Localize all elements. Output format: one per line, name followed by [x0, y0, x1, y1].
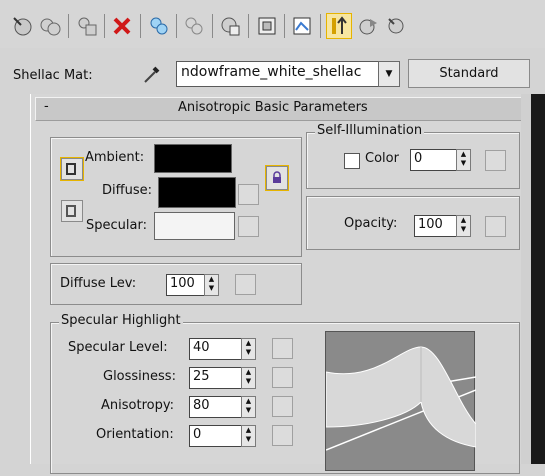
lock-icon[interactable]: [265, 165, 289, 191]
diffuse-level-spinner[interactable]: ▲ ▼: [204, 274, 219, 296]
ambient-label: Ambient:: [85, 150, 145, 165]
go-to-parent-icon[interactable]: [326, 13, 352, 39]
specular-level-value[interactable]: 40: [189, 338, 242, 360]
self-illumination-spinner[interactable]: ▲ ▼: [456, 149, 471, 171]
parameters-panel: - Anisotropic Basic Parameters Ambient: …: [30, 94, 522, 474]
specular-level-label: Specular Level:: [68, 340, 168, 355]
go-forward-icon[interactable]: [356, 14, 380, 38]
diffuse-color-swatch[interactable]: [158, 177, 236, 208]
put-to-library-icon[interactable]: [182, 14, 206, 38]
pick-material-icon[interactable]: [10, 14, 34, 38]
glossiness-label: Glossiness:: [103, 369, 176, 384]
self-illumination-group: Self-Illumination Color 0 ▲ ▼: [306, 123, 520, 189]
lock-diffuse-specular-icon[interactable]: [61, 200, 83, 222]
select-by-material-icon[interactable]: [384, 14, 408, 38]
diffuse-level-group: Diffuse Lev: 100 ▲ ▼: [50, 263, 302, 305]
panel-scrollbar[interactable]: [521, 94, 545, 464]
toolbar-separator: [104, 14, 105, 38]
specular-label: Specular:: [86, 218, 147, 233]
opacity-map-button[interactable]: [485, 216, 506, 237]
orientation-label: Orientation:: [96, 427, 174, 442]
self-illumination-color-checkbox[interactable]: [344, 153, 360, 169]
material-type-button[interactable]: Standard: [408, 59, 530, 88]
specular-color-swatch[interactable]: [154, 212, 235, 240]
specular-level-spinner[interactable]: ▲ ▼: [241, 338, 256, 360]
anisotropy-value[interactable]: 80: [189, 396, 242, 418]
diffuse-label: Diffuse:: [102, 183, 152, 198]
opacity-value[interactable]: 100: [414, 215, 459, 237]
lock-ambient-diffuse-icon[interactable]: [60, 157, 84, 181]
toolbar-separator: [212, 14, 213, 38]
glossiness-map-button[interactable]: [272, 367, 293, 388]
rollout-title: Anisotropic Basic Parameters: [178, 100, 368, 115]
make-unique-icon[interactable]: [147, 14, 171, 38]
toolbar-separator: [176, 14, 177, 38]
self-illumination-value[interactable]: 0: [410, 149, 459, 171]
opacity-group: Opacity: 100 ▲ ▼: [306, 196, 520, 250]
highlight-curve-graphic: [325, 346, 477, 451]
material-name-dropdown[interactable]: ▼: [378, 61, 400, 87]
assign-material-icon[interactable]: [75, 14, 99, 38]
put-to-scene-icon[interactable]: [38, 14, 62, 38]
scrollbar-track[interactable]: [531, 94, 545, 464]
rollout-header[interactable]: - Anisotropic Basic Parameters: [35, 97, 522, 121]
specular-highlight-title: Specular Highlight: [59, 313, 183, 328]
ambient-color-swatch[interactable]: [154, 144, 232, 173]
diffuse-level-map-button[interactable]: [235, 274, 256, 295]
toolbar-separator: [320, 14, 321, 38]
self-illumination-map-button[interactable]: [485, 150, 506, 171]
diffuse-map-button[interactable]: [238, 184, 259, 205]
glossiness-value[interactable]: 25: [189, 367, 242, 389]
collapse-toggle[interactable]: -: [44, 99, 49, 114]
self-illumination-color-label: Color: [365, 151, 399, 166]
anisotropy-spinner[interactable]: ▲ ▼: [241, 396, 256, 418]
highlight-graph: [325, 331, 477, 471]
toolbar-separator: [284, 14, 285, 38]
self-illumination-title: Self-Illumination: [315, 123, 425, 138]
orientation-map-button[interactable]: [272, 425, 293, 446]
material-label: Shellac Mat:: [13, 68, 93, 83]
opacity-label: Opacity:: [344, 216, 398, 231]
color-group: Ambient: Diffuse: Specular:: [50, 137, 302, 257]
orientation-value[interactable]: 0: [189, 425, 242, 447]
glossiness-spinner[interactable]: ▲ ▼: [241, 367, 256, 389]
diffuse-level-value[interactable]: 100: [166, 274, 207, 296]
opacity-spinner[interactable]: ▲ ▼: [456, 215, 471, 237]
eyedropper-icon[interactable]: [140, 62, 164, 86]
toolbar-separator: [248, 14, 249, 38]
material-editor-toolbar: [0, 0, 545, 48]
delete-icon[interactable]: [110, 14, 134, 38]
specular-level-map-button[interactable]: [272, 338, 293, 359]
material-name-text: ndowframe_white_shellac: [181, 64, 362, 80]
chevron-down-icon: ▼: [385, 69, 393, 79]
specular-map-button[interactable]: [238, 216, 259, 237]
toolbar-separator: [140, 14, 141, 38]
specular-highlight-group: Specular Highlight Specular Level: 40 ▲ ▼…: [50, 313, 520, 474]
anisotropy-label: Anisotropy:: [101, 398, 174, 413]
diffuse-level-label: Diffuse Lev:: [60, 276, 137, 291]
material-effects-channel-icon[interactable]: [218, 14, 242, 38]
orientation-spinner[interactable]: ▲ ▼: [241, 425, 256, 447]
material-name-combo[interactable]: ndowframe_white_shellac: [176, 61, 380, 87]
anisotropy-map-button[interactable]: [272, 396, 293, 417]
show-end-result-icon[interactable]: [290, 14, 314, 38]
show-map-icon[interactable]: [255, 14, 279, 38]
toolbar-separator: [68, 14, 69, 38]
